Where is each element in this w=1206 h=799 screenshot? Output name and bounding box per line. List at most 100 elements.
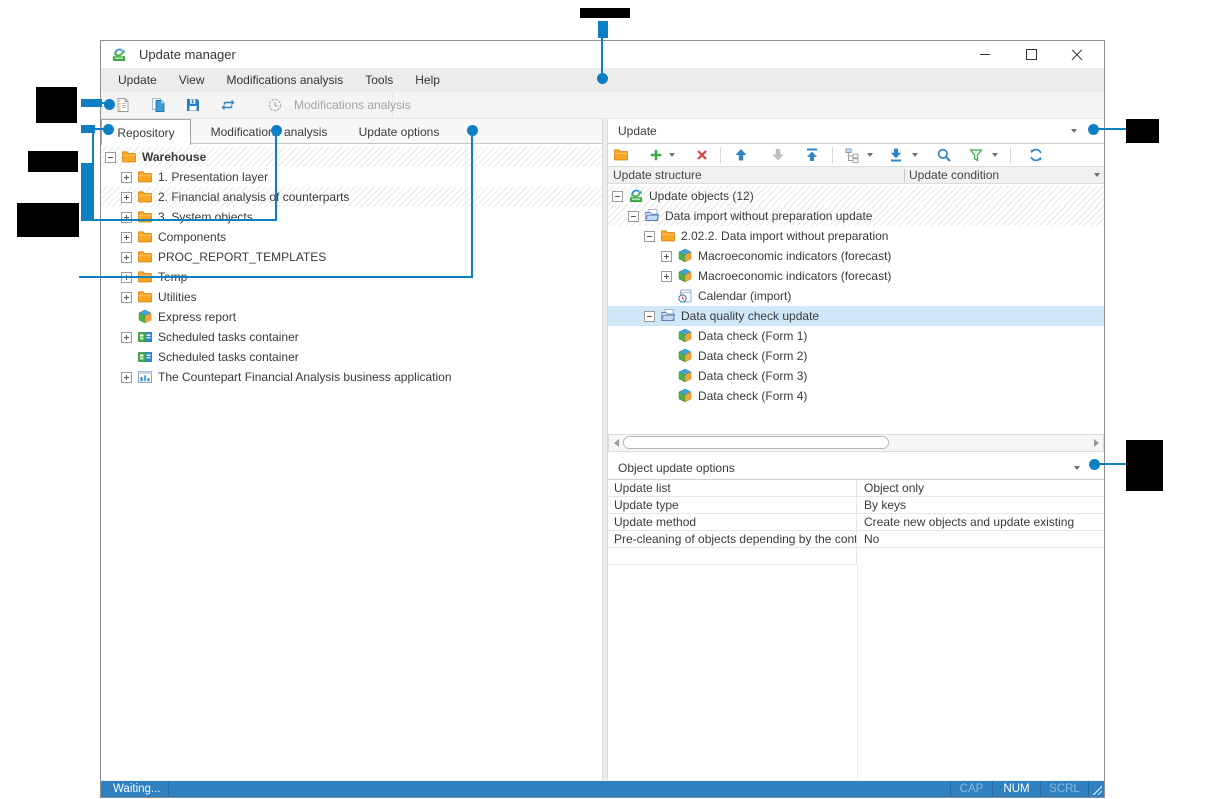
scroll-right-button[interactable] <box>1089 435 1103 451</box>
property-value[interactable]: Create new objects and update existing <box>857 515 1074 529</box>
property-row[interactable]: Update listObject only <box>608 480 1104 497</box>
tree-item-label[interactable]: Scheduled tasks container <box>158 330 299 344</box>
tree-item-label[interactable]: Scheduled tasks container <box>158 350 299 364</box>
tree-item-label[interactable]: Data check (Form 2) <box>698 349 807 363</box>
tab-modifications-analysis[interactable]: Modifications analysis <box>213 119 325 144</box>
structure-dropdown-icon[interactable] <box>867 153 873 157</box>
tree-item-label[interactable]: Warehouse <box>142 150 206 164</box>
tree-row[interactable]: Data check (Form 3) <box>608 366 1104 386</box>
tree-row[interactable]: Data check (Form 2) <box>608 346 1104 366</box>
tree-item-label[interactable]: 1. Presentation layer <box>158 170 268 184</box>
resize-grip[interactable] <box>1091 784 1102 795</box>
tree-row[interactable]: Macroeconomic indicators (forecast) <box>608 246 1104 266</box>
tree-row[interactable]: Express report <box>101 307 602 327</box>
expand-icon[interactable] <box>121 292 132 303</box>
column-update-structure[interactable]: Update structure <box>613 168 702 182</box>
tree-row[interactable]: Warehouse <box>101 147 602 167</box>
tree-row[interactable]: 2. Financial analysis of counterparts <box>101 187 602 207</box>
search-button[interactable] <box>936 147 957 168</box>
modifications-analysis-button[interactable]: Modifications analysis <box>267 97 411 113</box>
collapse-icon[interactable] <box>644 311 655 322</box>
structure-button[interactable] <box>844 147 865 168</box>
tree-row[interactable]: 2.02.2. Data import without preparation <box>608 226 1104 246</box>
tree-row[interactable]: Data check (Form 4) <box>608 386 1104 406</box>
maximize-button[interactable] <box>1008 41 1054 68</box>
filter-button[interactable] <box>968 147 989 168</box>
tree-item-label[interactable]: Macroeconomic indicators (forecast) <box>698 249 891 263</box>
move-up-button[interactable] <box>733 147 754 168</box>
filter-dropdown-icon[interactable] <box>992 153 998 157</box>
tree-row[interactable]: 1. Presentation layer <box>101 167 602 187</box>
property-row[interactable]: Update methodCreate new objects and upda… <box>608 514 1104 531</box>
new-update-file-button[interactable] <box>115 97 136 113</box>
tree-row[interactable]: 3. System objects <box>101 207 602 227</box>
tree-row[interactable]: The Countepart Financial Analysis busine… <box>101 367 602 387</box>
tree-row[interactable]: Scheduled tasks container <box>101 347 602 367</box>
tab-update-options[interactable]: Update options <box>353 119 445 144</box>
column-divider[interactable] <box>904 169 905 182</box>
tree-item-label[interactable]: Data check (Form 3) <box>698 369 807 383</box>
tree-item-label[interactable]: Calendar (import) <box>698 289 791 303</box>
expand-icon[interactable] <box>661 271 672 282</box>
chevron-down-icon[interactable] <box>1074 466 1080 470</box>
add-dropdown-icon[interactable] <box>669 153 675 157</box>
menu-tools[interactable]: Tools <box>354 68 404 92</box>
tree-row[interactable]: Update objects (12) <box>608 186 1104 206</box>
column-update-condition[interactable]: Update condition <box>909 168 999 182</box>
tree-row-selected[interactable]: Data quality check update <box>608 306 1104 326</box>
tree-item-label[interactable]: Utilities <box>158 290 197 304</box>
tree-row[interactable]: Scheduled tasks container <box>101 327 602 347</box>
expand-icon[interactable] <box>121 332 132 343</box>
save-button[interactable] <box>185 97 206 113</box>
tree-item-label[interactable]: Components <box>158 230 226 244</box>
delete-button[interactable] <box>694 147 715 168</box>
collapse-icon[interactable] <box>644 231 655 242</box>
tree-row[interactable]: Data import without preparation update <box>608 206 1104 226</box>
property-value[interactable]: Object only <box>857 481 924 495</box>
scrollbar-thumb[interactable] <box>623 436 889 449</box>
column-dropdown-icon[interactable] <box>1094 173 1100 177</box>
tree-item-label[interactable]: 2. Financial analysis of counterparts <box>158 190 349 204</box>
menu-update[interactable]: Update <box>107 68 168 92</box>
tree-row[interactable]: PROC_REPORT_TEMPLATES <box>101 247 602 267</box>
object-update-options-header[interactable]: Object update options <box>608 456 1104 480</box>
tree-row[interactable]: Calendar (import) <box>608 286 1104 306</box>
property-row[interactable]: Update typeBy keys <box>608 497 1104 514</box>
tree-item-label[interactable]: PROC_REPORT_TEMPLATES <box>158 250 326 264</box>
expand-icon[interactable] <box>121 232 132 243</box>
tree-item-label[interactable]: 2.02.2. Data import without preparation <box>681 229 888 243</box>
tab-repository[interactable]: Repository <box>101 119 191 145</box>
import-dropdown-icon[interactable] <box>912 153 918 157</box>
menu-modifications-analysis[interactable]: Modifications analysis <box>216 68 355 92</box>
tree-item-label[interactable]: 3. System objects <box>158 210 253 224</box>
expand-icon[interactable] <box>121 172 132 183</box>
collapse-icon[interactable] <box>612 191 623 202</box>
move-down-button[interactable] <box>770 147 791 168</box>
tree-row[interactable]: Components <box>101 227 602 247</box>
sync-button[interactable] <box>220 97 241 113</box>
tree-row[interactable]: Utilities <box>101 287 602 307</box>
chevron-down-icon[interactable] <box>1071 129 1077 133</box>
property-row[interactable]: Pre-cleaning of objects depending by the… <box>608 531 1104 548</box>
expand-icon[interactable] <box>661 251 672 262</box>
menu-view[interactable]: View <box>168 68 216 92</box>
menu-help[interactable]: Help <box>404 68 451 92</box>
expand-icon[interactable] <box>121 372 132 383</box>
collapse-icon[interactable] <box>105 152 116 163</box>
tree-item-label[interactable]: Data quality check update <box>681 309 819 323</box>
tree-item-label[interactable]: Macroeconomic indicators (forecast) <box>698 269 891 283</box>
tree-item-label[interactable]: Data import without preparation update <box>665 209 872 223</box>
minimize-button[interactable] <box>962 41 1008 68</box>
copy-button[interactable] <box>150 97 171 113</box>
scroll-left-button[interactable] <box>609 435 623 451</box>
expand-icon[interactable] <box>121 252 132 263</box>
tree-item-label[interactable]: Data check (Form 4) <box>698 389 807 403</box>
add-button[interactable] <box>648 147 669 168</box>
move-top-button[interactable] <box>804 147 825 168</box>
horizontal-scrollbar[interactable] <box>608 434 1104 452</box>
update-combo-header[interactable]: Update <box>608 119 1104 144</box>
tree-row[interactable]: Data check (Form 1) <box>608 326 1104 346</box>
tree-item-label[interactable]: Update objects (12) <box>649 189 754 203</box>
close-button[interactable] <box>1054 41 1100 68</box>
property-value[interactable]: By keys <box>857 498 906 512</box>
